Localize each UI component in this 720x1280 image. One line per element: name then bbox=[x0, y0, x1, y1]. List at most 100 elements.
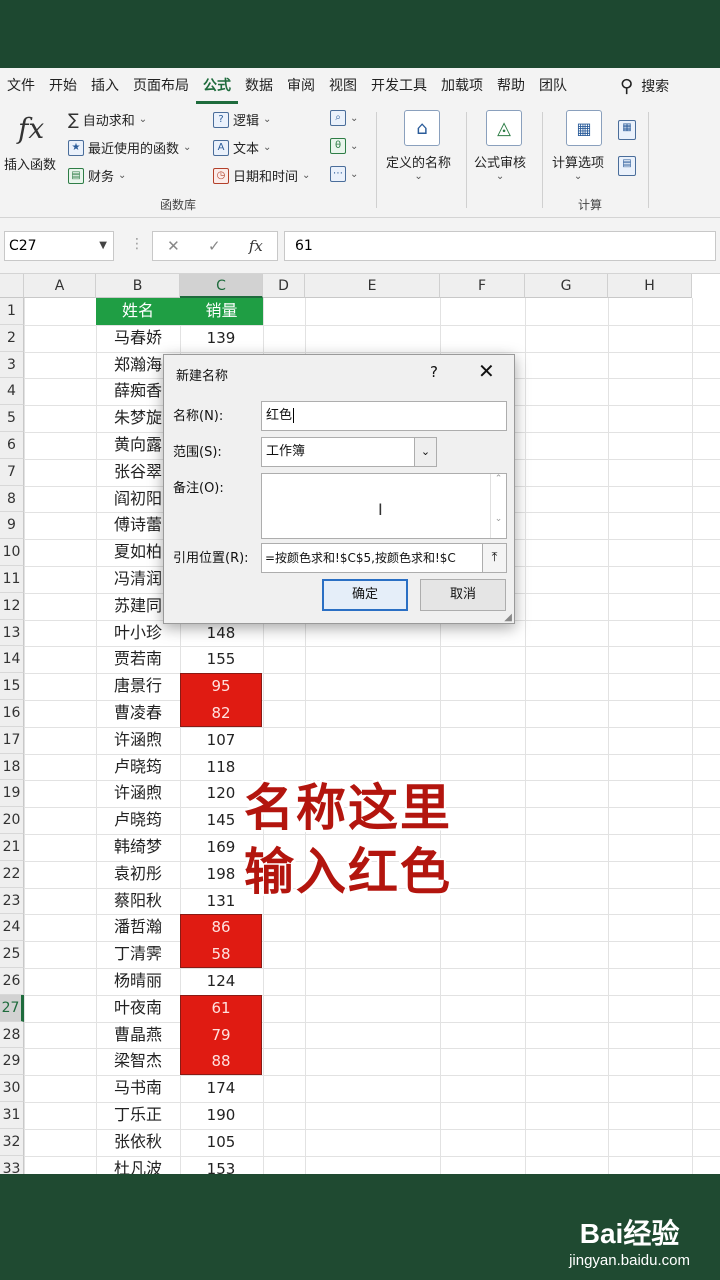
column-header-C[interactable]: C bbox=[180, 274, 263, 298]
sales-cell[interactable]: 174 bbox=[181, 1075, 261, 1102]
name-cell[interactable]: 许涵煦 bbox=[96, 780, 180, 807]
select-all-corner[interactable] bbox=[0, 274, 24, 298]
row-header-15[interactable]: 15 bbox=[0, 673, 24, 700]
column-header-G[interactable]: G bbox=[525, 274, 608, 298]
row-header-2[interactable]: 2 bbox=[0, 324, 24, 352]
name-cell[interactable]: 潘哲瀚 bbox=[96, 914, 180, 941]
row-header-9[interactable]: 9 bbox=[0, 512, 24, 540]
row-header-32[interactable]: 32 bbox=[0, 1128, 24, 1156]
tab-7[interactable]: 视图 bbox=[322, 68, 364, 104]
row-header-3[interactable]: 3 bbox=[0, 351, 24, 379]
row-header-4[interactable]: 4 bbox=[0, 378, 24, 406]
name-cell[interactable]: 张依秋 bbox=[96, 1129, 180, 1156]
name-box[interactable]: C27 ▼ bbox=[4, 231, 114, 261]
row-header-22[interactable]: 22 bbox=[0, 860, 24, 888]
sales-cell[interactable]: 139 bbox=[181, 325, 261, 352]
calc-options-button[interactable]: 计算选项 ⌄ bbox=[552, 152, 604, 182]
name-cell[interactable]: 丁乐正 bbox=[96, 1102, 180, 1129]
name-cell[interactable]: 马书南 bbox=[96, 1075, 180, 1102]
autosum-button[interactable]: ∑ 自动求和 ⌄ bbox=[68, 110, 147, 129]
row-header-6[interactable]: 6 bbox=[0, 432, 24, 459]
formula-input[interactable]: 61 bbox=[284, 231, 716, 261]
sales-cell[interactable]: 107 bbox=[181, 727, 261, 754]
row-header-29[interactable]: 29 bbox=[0, 1048, 24, 1076]
scrollbar[interactable]: ⌃ ⌄ bbox=[490, 474, 506, 538]
scope-select[interactable]: 工作簿 ⌄ bbox=[261, 437, 437, 467]
row-header-25[interactable]: 25 bbox=[0, 941, 24, 968]
name-cell[interactable]: 韩绮梦 bbox=[96, 834, 180, 861]
row-header-8[interactable]: 8 bbox=[0, 485, 24, 513]
name-cell[interactable]: 叶夜南 bbox=[96, 995, 180, 1022]
row-header-24[interactable]: 24 bbox=[0, 914, 24, 942]
header-cell-name[interactable]: 姓名 bbox=[96, 298, 180, 325]
name-input[interactable]: 红色 bbox=[261, 401, 507, 431]
tab-6[interactable]: 审阅 bbox=[280, 68, 322, 104]
formula-audit-button[interactable]: 公式审核 ⌄ bbox=[474, 152, 526, 182]
row-header-26[interactable]: 26 bbox=[0, 968, 24, 995]
comment-textarea[interactable]: Ⅰ ⌃ ⌄ bbox=[261, 473, 507, 539]
ok-button[interactable]: 确定 bbox=[322, 579, 408, 611]
datetime-button[interactable]: ◷ 日期和时间 ⌄ bbox=[213, 166, 310, 185]
name-cell[interactable]: 卢晓筠 bbox=[96, 807, 180, 834]
sales-cell[interactable]: 124 bbox=[181, 968, 261, 995]
finance-button[interactable]: ▤ 财务 ⌄ bbox=[68, 166, 126, 185]
logic-button[interactable]: ? 逻辑 ⌄ bbox=[213, 110, 271, 129]
tab-2[interactable]: 插入 bbox=[84, 68, 126, 104]
lookup-button[interactable]: ⌕ ⌄ bbox=[330, 110, 358, 126]
row-header-30[interactable]: 30 bbox=[0, 1075, 24, 1102]
name-cell[interactable]: 曹凌春 bbox=[96, 700, 180, 727]
search-box[interactable]: ⚲ 搜索 bbox=[620, 68, 669, 104]
row-header-14[interactable]: 14 bbox=[0, 646, 24, 674]
tab-5[interactable]: 数据 bbox=[238, 68, 280, 104]
row-header-13[interactable]: 13 bbox=[0, 619, 24, 647]
column-header-F[interactable]: F bbox=[440, 274, 525, 298]
recent-functions-button[interactable]: ★ 最近使用的函数 ⌄ bbox=[68, 138, 191, 157]
column-header-E[interactable]: E bbox=[305, 274, 440, 298]
row-header-10[interactable]: 10 bbox=[0, 539, 24, 566]
row-header-23[interactable]: 23 bbox=[0, 887, 24, 915]
math-button[interactable]: θ ⌄ bbox=[330, 138, 358, 154]
row-header-21[interactable]: 21 bbox=[0, 834, 24, 861]
row-header-17[interactable]: 17 bbox=[0, 726, 24, 754]
insert-function-button[interactable]: 插入函数 bbox=[4, 154, 56, 173]
resize-grip-icon[interactable]: ◢ bbox=[504, 612, 512, 623]
row-header-19[interactable]: 19 bbox=[0, 780, 24, 808]
sales-cell[interactable]: 155 bbox=[181, 646, 261, 673]
sales-cell[interactable]: 105 bbox=[181, 1129, 261, 1156]
sales-cell[interactable]: 153 bbox=[181, 1156, 261, 1174]
name-cell[interactable]: 蔡阳秋 bbox=[96, 888, 180, 915]
column-header-A[interactable]: A bbox=[24, 274, 96, 298]
define-name-button[interactable]: 定义的名称 ⌄ bbox=[386, 152, 451, 182]
name-cell[interactable]: 杨晴丽 bbox=[96, 968, 180, 995]
column-header-H[interactable]: H bbox=[608, 274, 692, 298]
tab-3[interactable]: 页面布局 bbox=[126, 68, 196, 104]
calc-sheet-icon[interactable]: ▤ bbox=[618, 156, 636, 176]
help-icon[interactable]: ? bbox=[430, 363, 438, 381]
insert-function-icon[interactable]: fx bbox=[18, 112, 44, 145]
row-header-7[interactable]: 7 bbox=[0, 458, 24, 486]
name-cell[interactable]: 唐景行 bbox=[96, 673, 180, 700]
cancel-icon[interactable]: ✕ bbox=[167, 237, 180, 255]
more-functions-button[interactable]: ⋯ ⌄ bbox=[330, 166, 358, 182]
row-header-20[interactable]: 20 bbox=[0, 807, 24, 834]
row-header-16[interactable]: 16 bbox=[0, 700, 24, 727]
row-header-28[interactable]: 28 bbox=[0, 1021, 24, 1049]
name-cell[interactable]: 梁智杰 bbox=[96, 1048, 180, 1075]
name-cell[interactable]: 许涵煦 bbox=[96, 727, 180, 754]
name-cell[interactable]: 杜凡波 bbox=[96, 1156, 180, 1174]
row-header-31[interactable]: 31 bbox=[0, 1102, 24, 1129]
column-header-D[interactable]: D bbox=[263, 274, 305, 298]
tab-10[interactable]: 帮助 bbox=[490, 68, 532, 104]
cancel-button[interactable]: 取消 bbox=[420, 579, 506, 611]
column-header-B[interactable]: B bbox=[96, 274, 180, 298]
name-cell[interactable]: 贾若南 bbox=[96, 646, 180, 673]
row-header-1[interactable]: 1 bbox=[0, 298, 24, 325]
tab-0[interactable]: 文件 bbox=[0, 68, 42, 104]
tab-11[interactable]: 团队 bbox=[532, 68, 574, 104]
row-header-5[interactable]: 5 bbox=[0, 405, 24, 432]
fx-icon[interactable]: fx bbox=[249, 237, 263, 255]
row-header-12[interactable]: 12 bbox=[0, 592, 24, 620]
tab-1[interactable]: 开始 bbox=[42, 68, 84, 104]
name-cell[interactable]: 卢晓筠 bbox=[96, 754, 180, 781]
text-button[interactable]: A 文本 ⌄ bbox=[213, 138, 271, 157]
